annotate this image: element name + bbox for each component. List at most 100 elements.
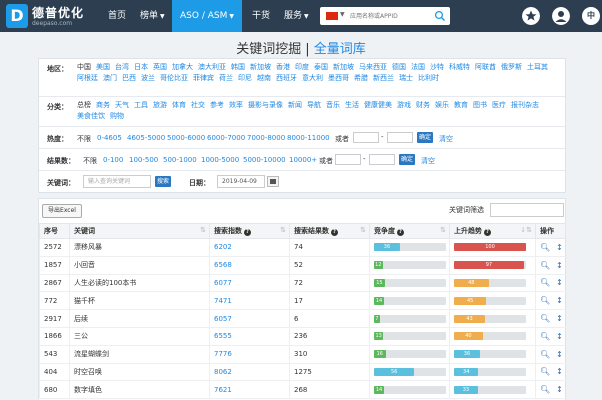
region-option[interactable]: 阿联酋 [475,63,496,71]
results-clear-link[interactable]: 清空 [421,156,435,166]
results-opt-4[interactable]: 1000-5000 [201,156,239,164]
rank-detail-icon[interactable]: ↕ [556,278,563,287]
favorites-star-icon[interactable] [522,7,540,25]
search-icon[interactable]: 🔍︎ [540,332,550,341]
region-option[interactable]: 新加坡 [333,63,354,71]
region-option[interactable]: 德国 [392,63,406,71]
category-option[interactable]: 娱乐 [435,101,449,109]
region-option[interactable]: 马来西亚 [359,63,387,71]
search-icon[interactable]: 🔍︎ [540,314,550,323]
results-opt-2[interactable]: 100-500 [129,156,158,164]
region-option[interactable]: 美国 [96,63,110,71]
cell-index-link[interactable]: 7471 [209,291,290,311]
nav-home[interactable]: 首页 [108,0,126,32]
category-option[interactable]: 教育 [454,101,468,109]
rank-detail-icon[interactable]: ↕ [556,261,563,270]
nav-articles[interactable]: 干货 [252,0,270,32]
category-option[interactable]: 游戏 [397,101,411,109]
rank-detail-icon[interactable]: ↕ [556,243,563,252]
nav-rankings[interactable]: 榜单 ▼ [140,0,165,32]
results-ok-button[interactable]: 确定 [399,154,415,165]
rank-detail-icon[interactable]: ↕ [556,350,563,359]
page-title-sub-link[interactable]: 全量词库 [314,42,366,57]
category-option[interactable]: 总榜 [77,101,91,109]
region-option[interactable]: 俄罗斯 [501,63,522,71]
heat-opt-2[interactable]: 4605-5000 [127,134,165,142]
cell-index-link[interactable]: 6202 [209,238,290,257]
heat-opt-5[interactable]: 7000-8000 [247,134,285,142]
region-option[interactable]: 荷兰 [219,74,233,82]
search-icon[interactable]: 🔍︎ [540,243,550,252]
cell-index-link[interactable]: 8062 [209,363,290,382]
export-excel-button[interactable]: 导出Excel [42,204,82,218]
app-search-input[interactable] [350,10,430,22]
region-option[interactable]: 沙特 [430,63,444,71]
category-option[interactable]: 社交 [191,101,205,109]
category-option[interactable]: 商务 [96,101,110,109]
cell-index-link[interactable]: 6555 [209,327,290,346]
category-option[interactable]: 新闻 [288,101,302,109]
region-option[interactable]: 哥伦比亚 [160,74,188,82]
category-option[interactable]: 参考 [210,101,224,109]
region-option[interactable]: 香港 [276,63,290,71]
region-option[interactable]: 比利时 [418,74,439,82]
category-option[interactable]: 健康健美 [364,101,392,109]
results-max-input[interactable] [369,154,395,165]
cell-index-link[interactable]: 7776 [209,345,290,364]
date-input[interactable]: 2019-04-09 [217,175,265,188]
region-option[interactable]: 土耳其 [527,63,548,71]
category-option[interactable]: 图书 [473,101,487,109]
cell-index-link[interactable]: 6077 [209,274,290,293]
rank-detail-icon[interactable]: ↕ [556,314,563,323]
help-icon[interactable]: ? [484,229,491,236]
region-option[interactable]: 新西兰 [373,74,394,82]
region-option[interactable]: 瑞士 [399,74,413,82]
results-opt-5[interactable]: 5000-10000 [243,156,286,164]
category-option[interactable]: 购物 [110,112,124,120]
region-option[interactable]: 韩国 [231,63,245,71]
col-results[interactable]: 搜索结果数? ⇅ [289,223,370,239]
region-option[interactable]: 波兰 [141,74,155,82]
region-option[interactable]: 巴西 [122,74,136,82]
region-option[interactable]: 印度 [295,63,309,71]
heat-opt-1[interactable]: 0-4605 [97,134,122,142]
heat-ok-button[interactable]: 确定 [417,132,433,143]
rank-detail-icon[interactable]: ↕ [556,367,563,376]
region-option[interactable]: 墨西哥 [328,74,349,82]
category-option[interactable]: 报刊杂志 [511,101,539,109]
rank-detail-icon[interactable]: ↕ [556,296,563,305]
col-seq[interactable]: 序号 [39,223,70,239]
search-icon[interactable]: 🔍︎ [540,296,550,305]
col-trend[interactable]: 上升趋势? ↓⇅ [449,223,536,239]
keyword-search-button[interactable]: 搜索 [155,176,171,187]
nav-services[interactable]: 服务 ▼ [284,0,309,32]
help-icon[interactable]: ? [397,229,404,236]
category-option[interactable]: 体育 [172,101,186,109]
region-option[interactable]: 泰国 [314,63,328,71]
nav-aso-asm[interactable]: ASO / ASM ▼ [172,0,242,32]
category-option[interactable]: 旅游 [153,101,167,109]
category-option[interactable]: 美食佳饮 [77,112,105,120]
category-option[interactable]: 效率 [229,101,243,109]
cell-index-link[interactable]: 7621 [209,380,290,400]
region-option[interactable]: 西班牙 [276,74,297,82]
language-switch[interactable]: 中 [582,7,600,25]
search-icon[interactable]: 🔍︎ [540,261,550,270]
chevron-down-icon[interactable]: ▼ [340,11,345,18]
heat-opt-6[interactable]: 8000-11000 [287,134,330,142]
category-option[interactable]: 医疗 [492,101,506,109]
cell-index-link[interactable]: 6568 [209,256,290,275]
region-option[interactable]: 日本 [134,63,148,71]
region-option[interactable]: 英国 [153,63,167,71]
region-option[interactable]: 澳门 [103,74,117,82]
category-option[interactable]: 生活 [345,101,359,109]
col-index[interactable]: 搜索指数? ⇅ [209,223,290,239]
keyword-input[interactable]: 输入查询关键词 [83,175,151,188]
col-keyword[interactable]: 关键词 ⇅ [69,223,210,239]
heat-clear-link[interactable]: 清空 [439,134,453,144]
search-icon[interactable]: 🔍︎ [540,350,550,359]
region-option[interactable]: 新加坡 [250,63,271,71]
category-option[interactable]: 导航 [307,101,321,109]
region-option[interactable]: 加拿大 [172,63,193,71]
region-option[interactable]: 中国 [77,63,91,71]
